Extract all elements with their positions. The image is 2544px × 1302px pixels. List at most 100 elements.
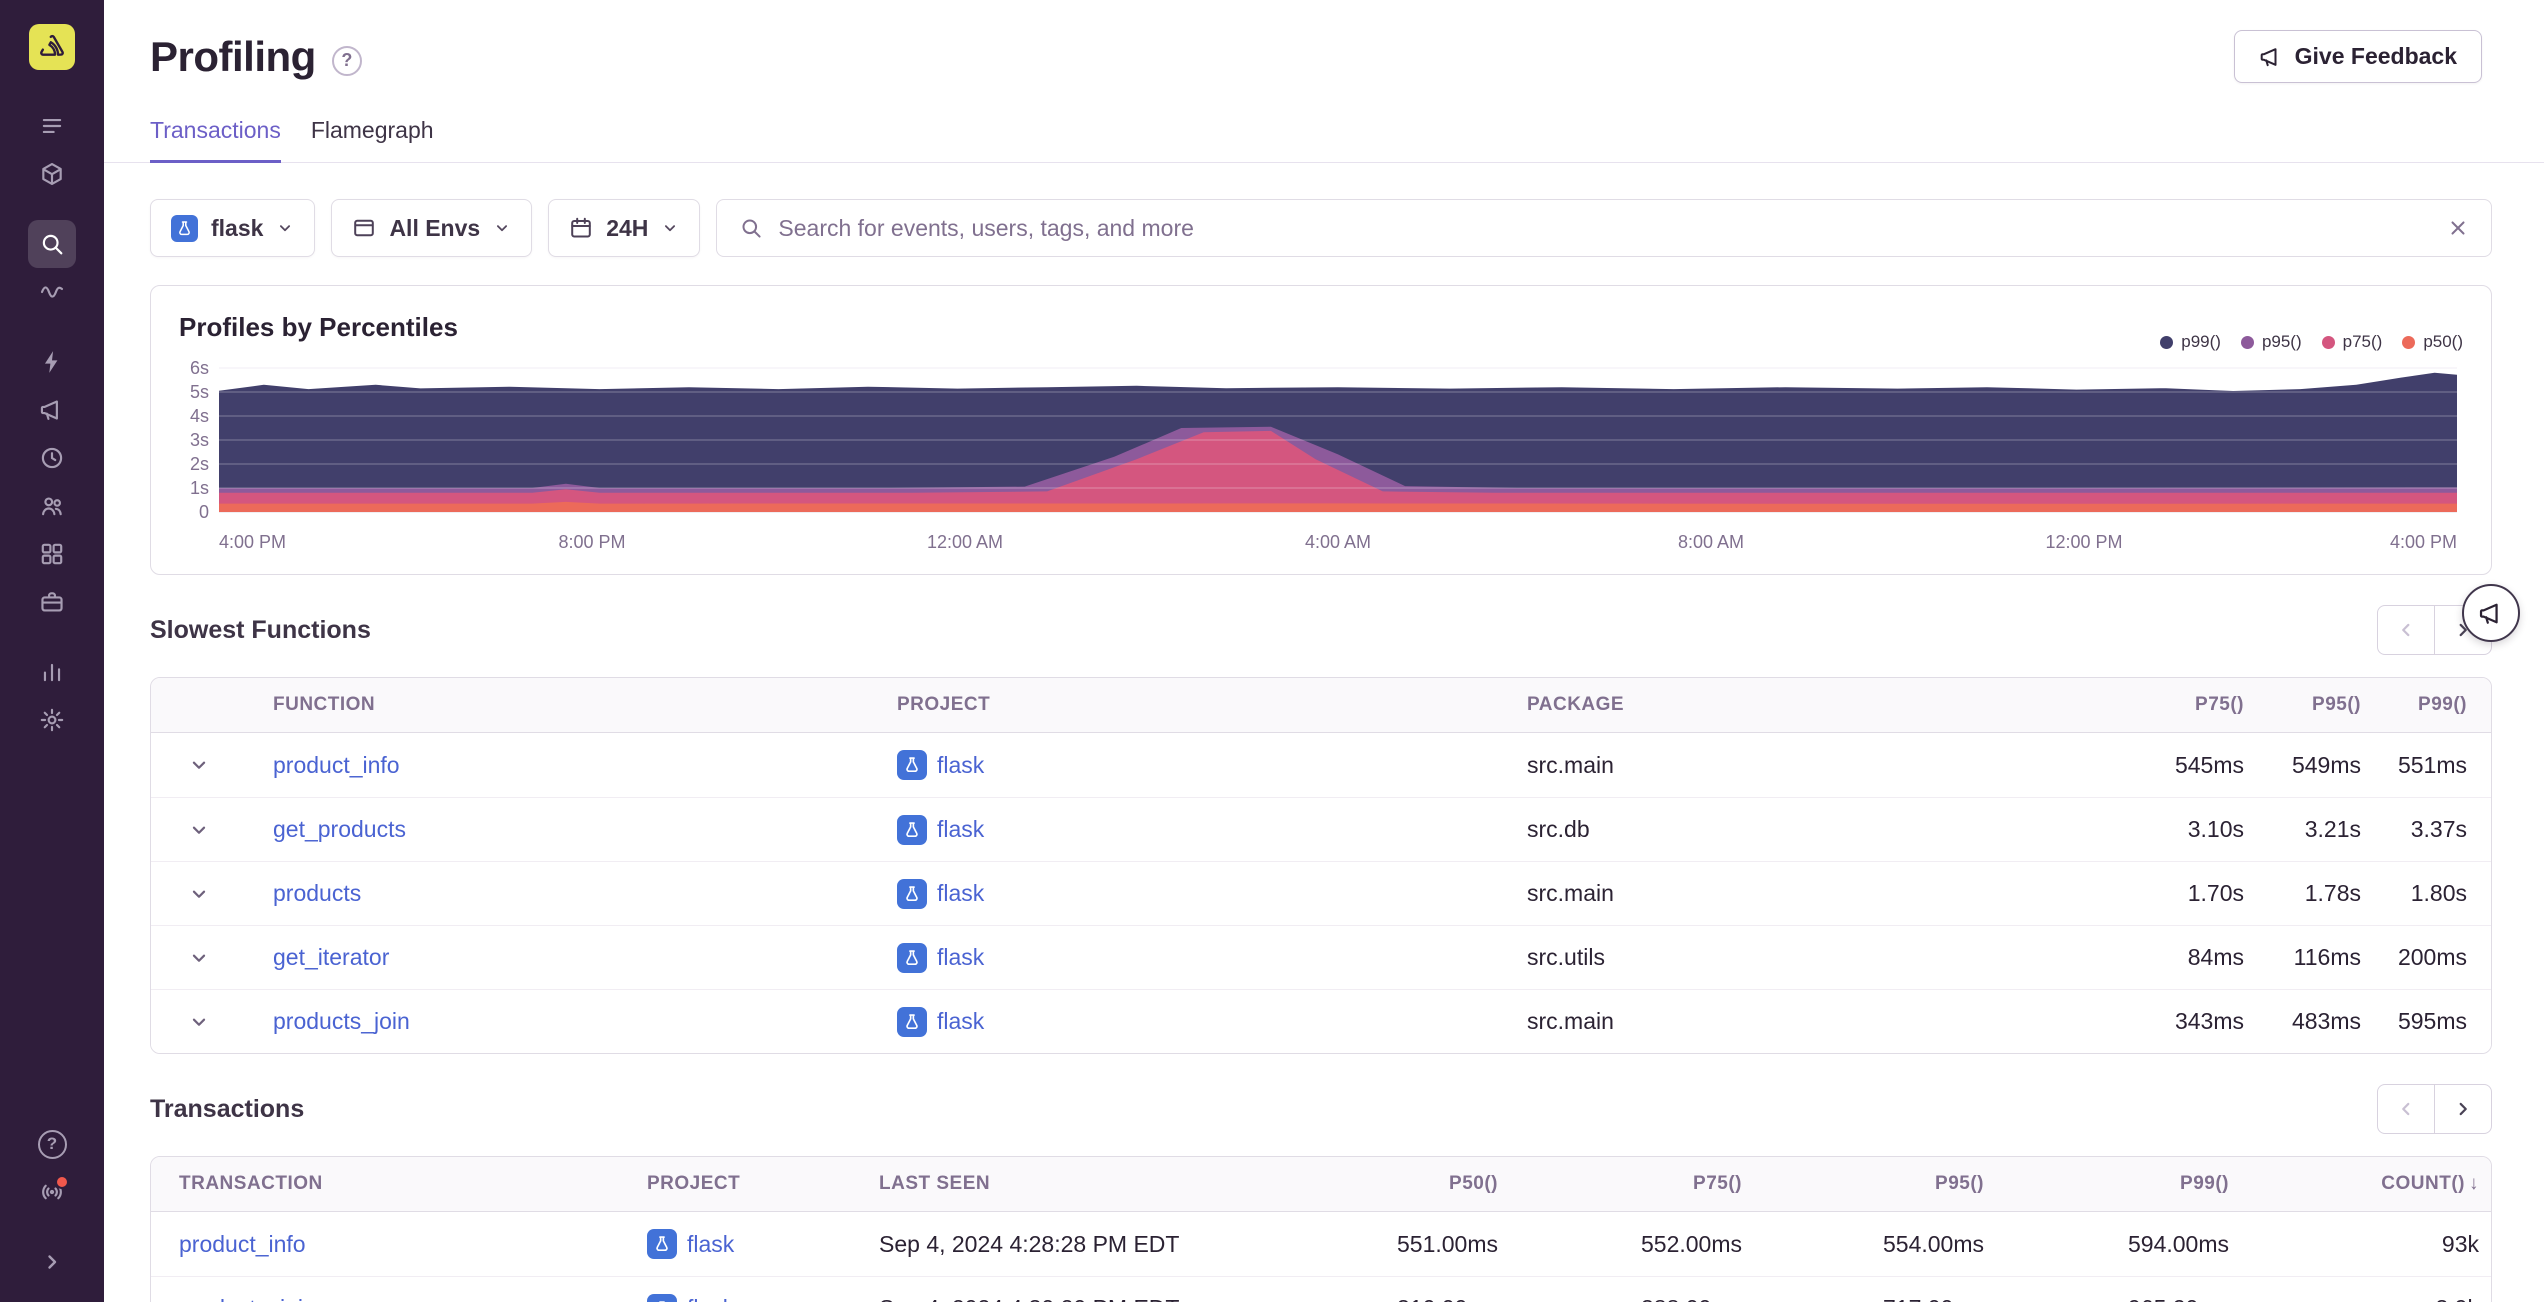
search-bar[interactable]: [716, 199, 2492, 257]
expand-row-button[interactable]: [151, 754, 247, 776]
legend-item-p75[interactable]: p75(): [2321, 332, 2382, 352]
function-link[interactable]: product_info: [273, 752, 400, 778]
sidebar-item-replays[interactable]: [28, 434, 76, 482]
transaction-link[interactable]: products_join: [179, 1295, 316, 1302]
legend-item-p95[interactable]: p95(): [2240, 332, 2302, 352]
project-link[interactable]: flask: [937, 1008, 984, 1035]
sort-descending-icon: ↓: [2469, 1173, 2479, 1194]
environment-filter[interactable]: All Envs: [331, 199, 533, 257]
project-link[interactable]: flask: [937, 752, 984, 779]
legend-label: p95(): [2261, 332, 2302, 351]
chevron-left-icon: [2395, 619, 2417, 641]
sidebar-item-issues[interactable]: [28, 102, 76, 150]
project-link[interactable]: flask: [937, 816, 984, 843]
col-package[interactable]: PACKAGE: [1527, 694, 2151, 716]
col-transaction[interactable]: TRANSACTION: [151, 1173, 647, 1195]
function-link[interactable]: get_iterator: [273, 944, 389, 970]
sidebar-item-stats[interactable]: [28, 648, 76, 696]
date-range-filter[interactable]: 24H: [548, 199, 701, 257]
col-p99[interactable]: P99(): [2385, 694, 2491, 716]
sidebar-item-traces[interactable]: [28, 268, 76, 316]
legend-item-p99[interactable]: p99(): [2160, 332, 2221, 352]
project-badge[interactable]: flask: [897, 1006, 984, 1037]
transaction-link[interactable]: product_info: [179, 1231, 306, 1257]
project-badge[interactable]: flask: [647, 1293, 734, 1302]
col-p95[interactable]: P95(): [1742, 1173, 1984, 1195]
sidebar-item-releases[interactable]: [28, 578, 76, 626]
svg-text:4:00 PM: 4:00 PM: [219, 532, 286, 552]
floating-feedback-button[interactable]: [2462, 584, 2520, 642]
project-link[interactable]: flask: [937, 880, 984, 907]
chevron-down-icon: [188, 819, 210, 841]
col-project[interactable]: PROJECT: [897, 694, 1527, 716]
chevron-down-icon: [276, 219, 294, 237]
col-count[interactable]: COUNT() ↓: [2229, 1173, 2491, 1195]
function-link[interactable]: products_join: [273, 1008, 410, 1034]
page-header: Profiling ? Give Feedback: [104, 0, 2544, 83]
project-link[interactable]: flask: [687, 1231, 734, 1258]
collapse-sidebar-button[interactable]: [28, 1238, 76, 1286]
function-link[interactable]: get_products: [273, 816, 406, 842]
tab-transactions[interactable]: Transactions: [150, 117, 281, 163]
sidebar-item-search[interactable]: [28, 220, 76, 268]
col-last-seen[interactable]: LAST SEEN: [879, 1173, 1261, 1195]
expand-row-button[interactable]: [151, 819, 247, 841]
section-title-transactions: Transactions: [150, 1094, 305, 1123]
p95-cell: 717.00ms: [1742, 1295, 1984, 1302]
project-badge[interactable]: flask: [897, 942, 984, 973]
sidebar-item-insights[interactable]: [28, 482, 76, 530]
prev-page-button[interactable]: [2377, 605, 2435, 655]
legend-label: p99(): [2181, 332, 2221, 351]
legend-dot: [2321, 335, 2335, 349]
col-p50[interactable]: P50(): [1261, 1173, 1498, 1195]
slowest-functions-header: Slowest Functions: [150, 605, 2492, 655]
p50-cell: 310.00ms: [1261, 1295, 1498, 1302]
tab-flamegraph[interactable]: Flamegraph: [311, 117, 434, 162]
table-row: get_iterator flask src.utils 84ms 116ms …: [151, 925, 2491, 989]
project-filter[interactable]: flask: [150, 199, 316, 257]
col-p75[interactable]: P75(): [2151, 694, 2268, 716]
sidebar-item-dashboards[interactable]: [28, 530, 76, 578]
p99-cell: 1.80s: [2410, 880, 2467, 906]
sidebar-item-settings[interactable]: [28, 696, 76, 744]
flask-project-icon: [897, 750, 927, 780]
project-link[interactable]: flask: [937, 944, 984, 971]
give-feedback-button[interactable]: Give Feedback: [2233, 30, 2482, 83]
p75-cell: 388.00ms: [1498, 1295, 1742, 1302]
project-badge[interactable]: flask: [897, 878, 984, 909]
project-badge[interactable]: flask: [897, 750, 984, 780]
sidebar-item-alerts[interactable]: [28, 338, 76, 386]
sidebar-item-projects[interactable]: [28, 150, 76, 198]
megaphone-icon: [2478, 600, 2505, 627]
flask-project-icon: [897, 1006, 927, 1037]
table-row: product_info flask Sep 4, 2024 4:28:28 P…: [151, 1212, 2491, 1276]
col-p95[interactable]: P95(): [2268, 694, 2385, 716]
prev-page-button[interactable]: [2377, 1084, 2435, 1134]
transactions-pager: [2377, 1084, 2492, 1134]
function-link[interactable]: products: [273, 880, 361, 906]
expand-row-button[interactable]: [151, 947, 247, 969]
search-input[interactable]: [778, 214, 2432, 242]
col-project[interactable]: PROJECT: [647, 1173, 879, 1195]
sentry-logo[interactable]: [29, 24, 75, 70]
table-row: products flask src.main 1.70s 1.78s 1.80…: [151, 861, 2491, 925]
clear-search-button[interactable]: [2447, 217, 2469, 239]
legend-item-p50[interactable]: p50(): [2402, 332, 2463, 352]
sidebar-item-whats-new[interactable]: [28, 1168, 76, 1216]
percentiles-chart[interactable]: 0 1s 2s 3s 4s 5s 6s 4:00 PM 8:00 PM 12:00 AM 4:00 …: [179, 354, 2463, 566]
next-page-button[interactable]: [2434, 1084, 2492, 1134]
project-badge[interactable]: flask: [897, 814, 984, 845]
notification-dot: [55, 1175, 69, 1189]
sidebar-item-help[interactable]: ?: [28, 1120, 76, 1168]
slowest-functions-table: FUNCTION PROJECT PACKAGE P75() P95() P99…: [150, 677, 2492, 1054]
col-p99[interactable]: P99(): [1984, 1173, 2229, 1195]
p95-cell: 549ms: [2291, 751, 2361, 778]
col-function[interactable]: FUNCTION: [247, 694, 897, 716]
project-badge[interactable]: flask: [647, 1229, 734, 1259]
expand-row-button[interactable]: [151, 1011, 247, 1033]
project-link[interactable]: flask: [687, 1295, 734, 1302]
sidebar-item-feedback[interactable]: [28, 386, 76, 434]
expand-row-button[interactable]: [151, 883, 247, 905]
col-p75[interactable]: P75(): [1498, 1173, 1742, 1195]
page-title-help-icon[interactable]: ?: [331, 45, 362, 76]
